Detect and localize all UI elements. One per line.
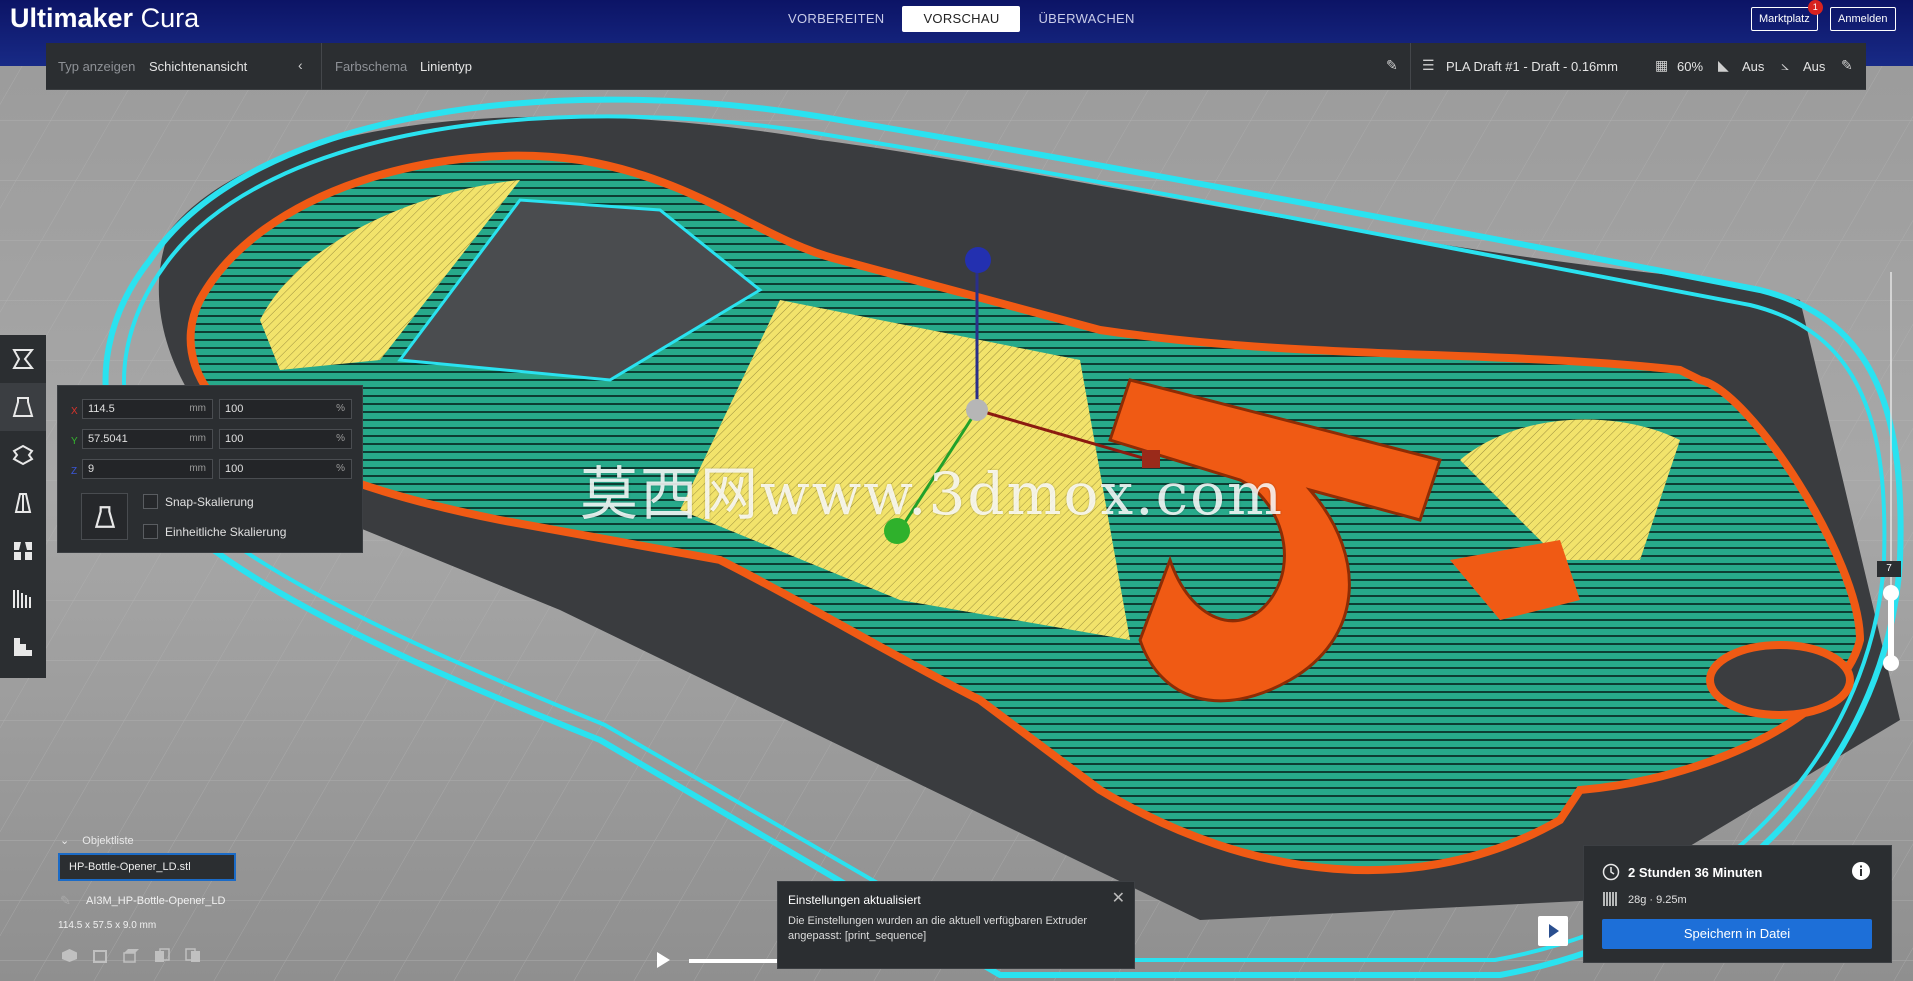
per-model-settings-icon[interactable] (0, 527, 46, 575)
z-percent-input[interactable]: 100 % (219, 459, 352, 479)
z-size-input[interactable]: 9 mm (82, 459, 213, 479)
snap-scaling-checkbox[interactable] (143, 494, 158, 509)
z-axis-label: Z (71, 466, 78, 477)
play-icon[interactable] (657, 952, 670, 968)
object-list-toggle[interactable]: ⌄ Objektliste (60, 834, 134, 847)
divider (1410, 43, 1411, 90)
filament-icon (1603, 892, 1617, 906)
left-view-icon[interactable] (154, 948, 171, 963)
layer-range-fill (1888, 592, 1894, 664)
scale-panel: X 114.5 mm 100 % Y 57.5041 mm 100 % Z 9 … (57, 385, 363, 553)
x-axis-label: X (71, 406, 78, 417)
lay-flat-button[interactable] (81, 493, 128, 540)
3d-view-icon[interactable] (61, 948, 78, 963)
front-view-icon[interactable] (92, 948, 109, 963)
rotate-tool-icon[interactable] (0, 431, 46, 479)
tool-sidebar (0, 335, 46, 678)
top-view-icon[interactable] (123, 948, 140, 963)
pencil-icon[interactable]: ✎ (1841, 57, 1853, 74)
x-percent-input[interactable]: 100 % (219, 399, 352, 419)
snap-scaling-label: Snap-Skalierung (165, 495, 254, 509)
y-axis-label: Y (71, 436, 78, 447)
support-blocker-icon[interactable] (0, 575, 46, 623)
layer-lower-handle[interactable] (1883, 655, 1899, 671)
support-value[interactable]: Aus (1742, 59, 1764, 74)
watermark-text: 莫西网www.3dmox.com (580, 460, 1284, 528)
unit-mm: mm (189, 433, 206, 444)
current-layer-number[interactable]: 7 (1877, 561, 1901, 577)
divider (321, 43, 322, 90)
app-logo: Ultimaker Cura (10, 3, 199, 34)
save-to-file-button[interactable]: Speichern in Datei (1602, 919, 1872, 949)
chevron-left-icon[interactable]: ‹ (298, 57, 303, 73)
print-estimate-panel: 2 Stunden 36 Minuten 28g · 9.25m Speiche… (1583, 845, 1892, 963)
marketplace-badge: 1 (1807, 0, 1823, 15)
marketplace-label: Marktplatz (1759, 13, 1810, 25)
support-icon: ◣ (1718, 57, 1729, 73)
unit-percent: % (336, 463, 345, 474)
simulation-play-button[interactable] (1538, 916, 1568, 946)
marketplace-button[interactable]: Marktplatz 1 (1751, 0, 1823, 31)
uniform-scaling-checkbox[interactable] (143, 524, 158, 539)
pencil-icon[interactable]: ✎ (60, 893, 71, 909)
view-options-bar: Typ anzeigen Schichtenansicht ‹ Farbsche… (46, 43, 1866, 90)
color-scheme-selector[interactable]: Linientyp (420, 59, 472, 74)
object-list-item[interactable]: HP-Bottle-Opener_LD.stl (58, 853, 236, 881)
right-view-icon[interactable] (185, 948, 202, 963)
brand-product: Cura (140, 3, 200, 33)
layer-upper-handle[interactable] (1883, 585, 1899, 601)
tab-preview[interactable]: VORSCHAU (902, 6, 1021, 32)
lay-flat-icon (94, 505, 115, 528)
layer-view-icon[interactable] (0, 623, 46, 671)
brand-name: Ultimaker (10, 3, 134, 33)
move-tool-icon[interactable] (0, 335, 46, 383)
infill-value[interactable]: 60% (1677, 59, 1703, 74)
tab-monitor[interactable]: ÜBERWACHEN (1020, 6, 1152, 32)
stage-tabs: VORBEREITEN VORSCHAU ÜBERWACHEN (770, 6, 1153, 32)
path-slider[interactable] (689, 959, 779, 963)
adhesion-value[interactable]: Aus (1803, 59, 1825, 74)
job-name[interactable]: AI3M_HP-Bottle-Opener_LD (86, 895, 225, 907)
mirror-tool-icon[interactable] (0, 479, 46, 527)
login-button[interactable]: Anmelden (1830, 7, 1896, 31)
x-percent-value: 100 (225, 403, 244, 415)
camera-view-buttons (61, 948, 202, 963)
notification-toast: Einstellungen aktualisiert Die Einstellu… (777, 881, 1135, 969)
close-icon[interactable]: ✕ (1112, 888, 1125, 908)
info-icon[interactable] (1851, 861, 1871, 881)
x-size-input[interactable]: 114.5 mm (82, 399, 213, 419)
x-size-value: 114.5 (88, 403, 115, 415)
material-usage: 28g · 9.25m (1628, 894, 1687, 906)
object-list-header: Objektliste (82, 835, 134, 847)
notification-title: Einstellungen aktualisiert (788, 893, 921, 907)
pencil-icon[interactable]: ✎ (1386, 57, 1398, 74)
clock-icon (1602, 863, 1620, 881)
chevron-down-icon: ⌄ (60, 835, 70, 847)
y-percent-value: 100 (225, 433, 244, 445)
z-percent-value: 100 (225, 463, 244, 475)
y-size-value: 57.5041 (88, 433, 128, 445)
unit-mm: mm (189, 403, 206, 414)
tab-prepare[interactable]: VORBEREITEN (770, 6, 902, 32)
object-dimensions: 114.5 x 57.5 x 9.0 mm (58, 920, 157, 931)
print-time: 2 Stunden 36 Minuten (1628, 865, 1763, 880)
z-size-value: 9 (88, 463, 95, 475)
uniform-scaling-label: Einheitliche Skalierung (165, 525, 287, 539)
view-type-selector[interactable]: Schichtenansicht (149, 59, 247, 74)
adhesion-icon: ⦣ (1781, 57, 1790, 73)
view-type-label: Typ anzeigen (58, 59, 136, 74)
notification-body: Die Einstellungen wurden an die aktuell … (788, 915, 1088, 942)
menu-lines-icon: ☰ (1422, 57, 1435, 73)
y-percent-input[interactable]: 100 % (219, 429, 352, 449)
color-scheme-label: Farbschema (335, 59, 408, 74)
infill-icon: ▦ (1655, 57, 1669, 73)
unit-percent: % (336, 433, 345, 444)
print-profile[interactable]: PLA Draft #1 - Draft - 0.16mm (1446, 59, 1618, 74)
y-size-input[interactable]: 57.5041 mm (82, 429, 213, 449)
scale-tool-icon[interactable] (0, 383, 46, 431)
unit-mm: mm (189, 463, 206, 474)
unit-percent: % (336, 403, 345, 414)
